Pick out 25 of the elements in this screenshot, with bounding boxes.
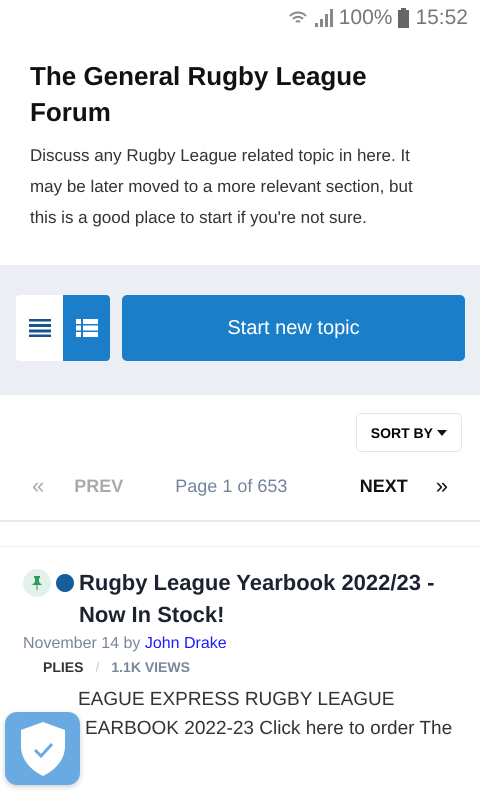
grid-list-icon <box>76 319 98 337</box>
battery-percent: 100% <box>338 6 392 30</box>
clock: 15:52 <box>415 6 468 30</box>
sort-button[interactable]: SORT BY <box>356 413 462 452</box>
forum-description: Discuss any Rugby League related topic in here. It may be later moved to a more relevant section, but this is a good place to start if you're not sure. <box>30 145 414 229</box>
separator: / <box>95 659 100 675</box>
list-icon <box>28 319 50 337</box>
topic-excerpt: EARBOOK 2022-23 Click here to order The <box>84 717 454 741</box>
topic-title[interactable]: Rugby League Yearbook 2022/23 - Now In Stock! <box>79 567 457 631</box>
last-page-link[interactable]: » <box>436 473 448 499</box>
start-topic-button[interactable]: Start new topic <box>122 295 465 361</box>
topic-date: November 14 by <box>23 635 140 652</box>
page-indicator: Page 1 of 653 <box>175 476 288 496</box>
next-link[interactable]: NEXT <box>360 476 408 496</box>
list-view-button[interactable] <box>16 295 63 361</box>
views-count: 1.1K VIEWS <box>111 659 190 675</box>
forum-title: The General Rugby League Forum <box>30 60 368 129</box>
signal-icon <box>312 9 333 27</box>
topic-excerpt: EAGUE EXPRESS RUGBY LEAGUE <box>77 688 396 712</box>
shield-button[interactable] <box>5 712 80 785</box>
caret-icon <box>437 430 447 436</box>
author-link[interactable]: John Drake <box>144 635 227 652</box>
grid-view-button[interactable] <box>63 295 110 361</box>
replies-count: PLIES <box>43 659 84 675</box>
battery-icon <box>398 8 410 28</box>
